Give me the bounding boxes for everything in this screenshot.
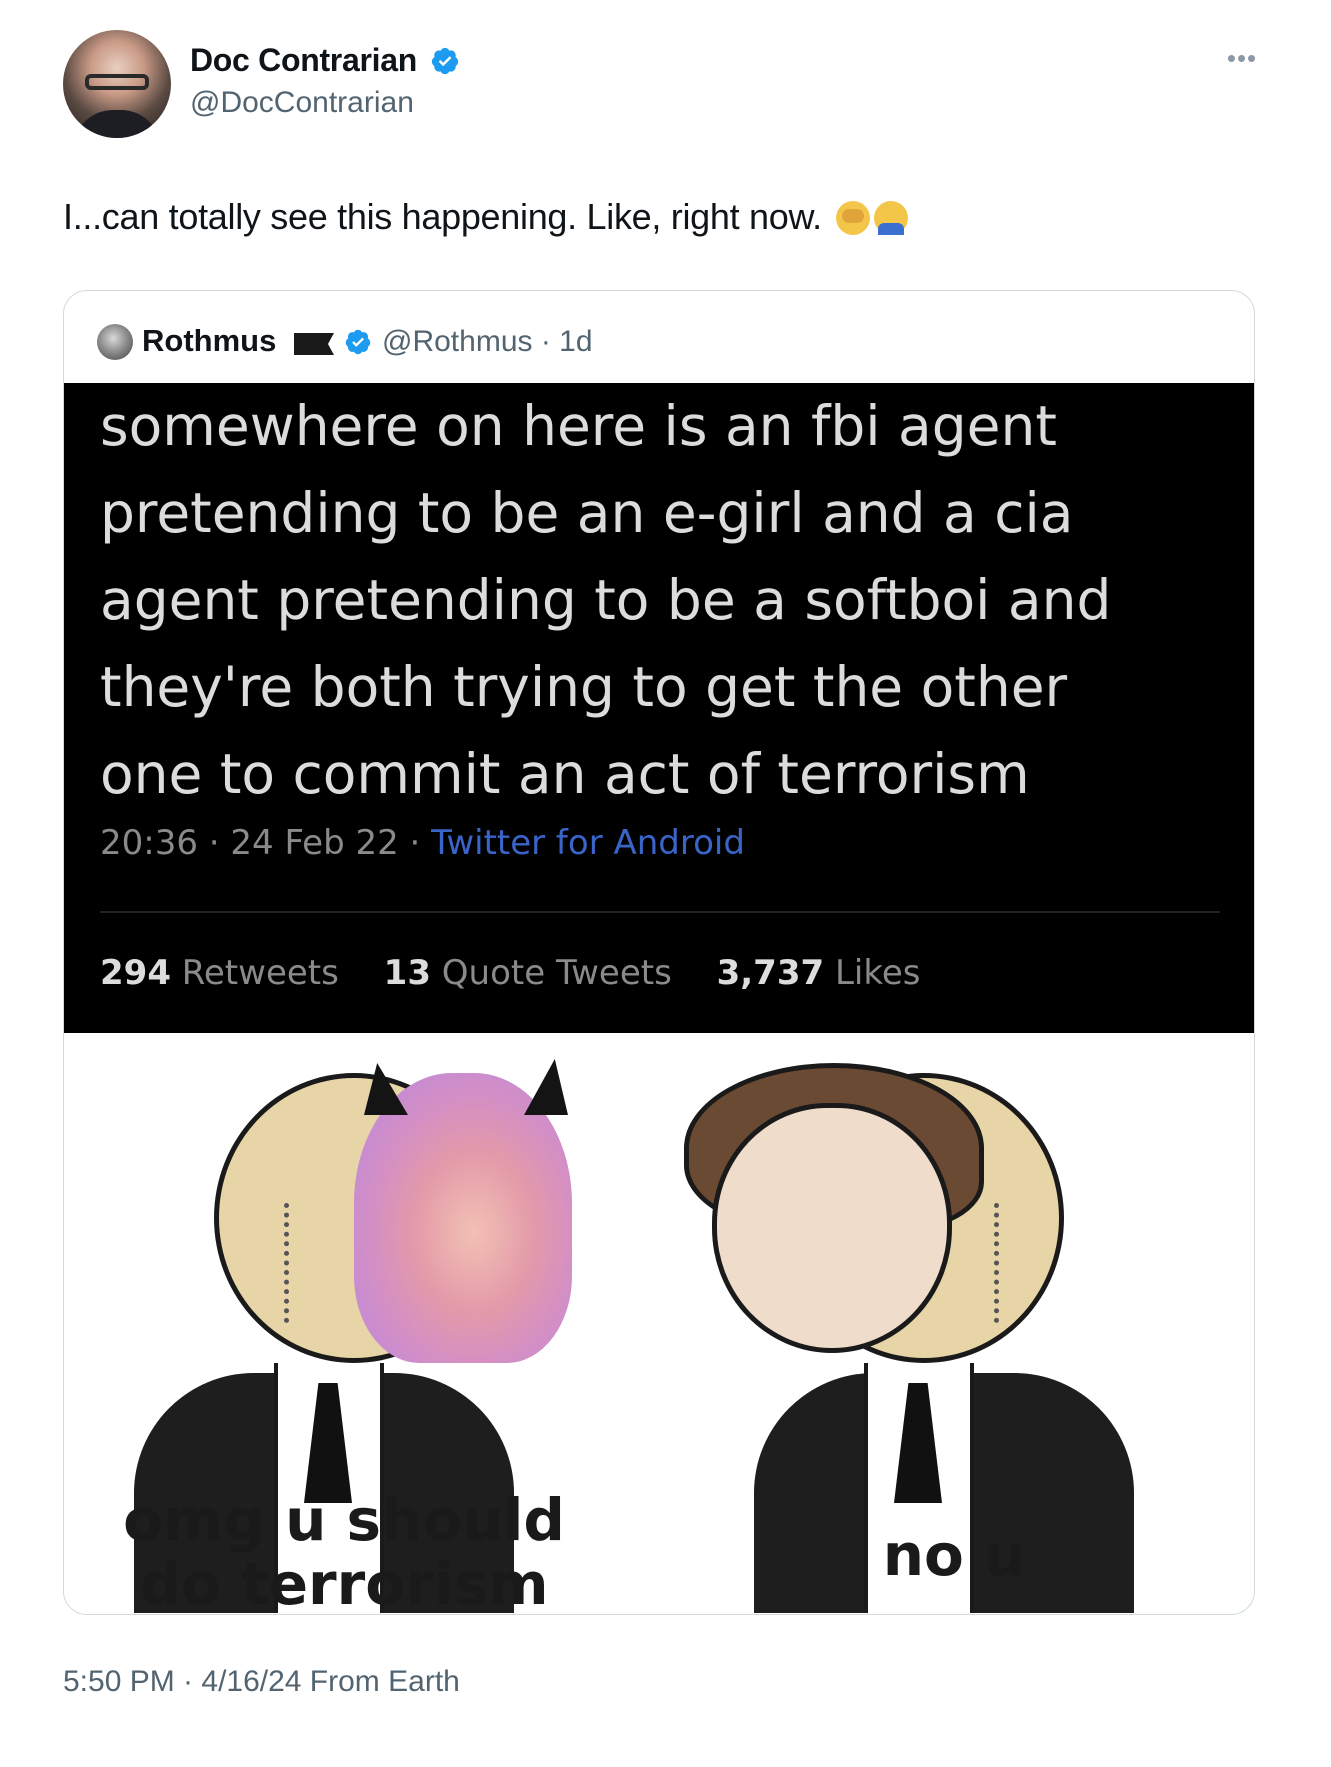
- quote-author-handle-time[interactable]: @Rothmus · 1d: [382, 325, 593, 359]
- meme-quotes-label: Quote Tweets: [441, 953, 672, 993]
- quote-author-avatar[interactable]: [97, 324, 133, 360]
- meme-tweet-stats: 294 Retweets 13 Quote Tweets 3,737 Likes: [100, 953, 920, 993]
- black-flag-icon: [294, 333, 334, 355]
- author-handle[interactable]: @DocContrarian: [190, 86, 414, 120]
- meme-caption-left: omg u should do terrorism: [123, 1486, 565, 1615]
- meme-likes-count: 3,737: [716, 953, 825, 993]
- meme-text-line: somewhere on here is an fbi agent: [100, 394, 1057, 458]
- softboi-face: [712, 1103, 952, 1353]
- meme-divider: [100, 911, 1220, 913]
- meme-meta-time: 20:36 · 24 Feb 22 ·: [100, 823, 432, 863]
- meme-illustration: omg u should do terrorism no u: [64, 1033, 1254, 1615]
- meme-tweet-text: somewhere on here is an fbi agent preten…: [100, 383, 1230, 818]
- author-avatar[interactable]: [63, 30, 171, 138]
- man-facepalming-emoji: [835, 201, 870, 235]
- quote-verified-badge-icon: [345, 329, 371, 355]
- more-horizontal-icon[interactable]: •••: [1222, 45, 1262, 71]
- meme-retweets-count: 294: [100, 953, 171, 993]
- meme-text-line: pretending to be an e-girl and a cia: [100, 481, 1074, 545]
- tweet-timestamp[interactable]: 5:50 PM · 4/16/24 From Earth: [63, 1665, 460, 1699]
- quote-author-name[interactable]: Rothmus: [142, 323, 276, 359]
- meme-tweet-meta: 20:36 · 24 Feb 22 · Twitter for Android: [100, 823, 745, 863]
- verified-badge-icon: [431, 47, 459, 75]
- tweet-text: I...can totally see this happening. Like…: [63, 196, 908, 238]
- cat-ear-right: [524, 1059, 568, 1115]
- meme-screenshot-top: somewhere on here is an fbi agent preten…: [64, 383, 1254, 1033]
- author-name[interactable]: Doc Contrarian: [190, 42, 417, 79]
- meme-text-line: they're both trying to get the other: [100, 655, 1068, 719]
- tweet-text-content: I...can totally see this happening. Like…: [63, 196, 822, 237]
- egirl-photo: [354, 1073, 572, 1363]
- meme-text-line: one to commit an act of terrorism: [100, 742, 1030, 806]
- meme-likes-label: Likes: [834, 953, 921, 993]
- avatar-suit: [73, 110, 161, 138]
- meme-quotes-count: 13: [383, 953, 431, 993]
- quote-tweet-card[interactable]: Rothmus @Rothmus · 1d somewhere on here …: [63, 290, 1255, 1615]
- right-earpiece: [994, 1203, 1010, 1323]
- left-earpiece: [284, 1203, 300, 1323]
- meme-meta-client: Twitter for Android: [431, 823, 745, 863]
- man-tipping-hand-emoji: [873, 201, 908, 235]
- avatar-glasses: [85, 74, 149, 90]
- meme-retweets-label: Retweets: [181, 953, 339, 993]
- meme-caption-right: no u: [882, 1521, 1026, 1589]
- meme-text-line: agent pretending to be a softboi and: [100, 568, 1112, 632]
